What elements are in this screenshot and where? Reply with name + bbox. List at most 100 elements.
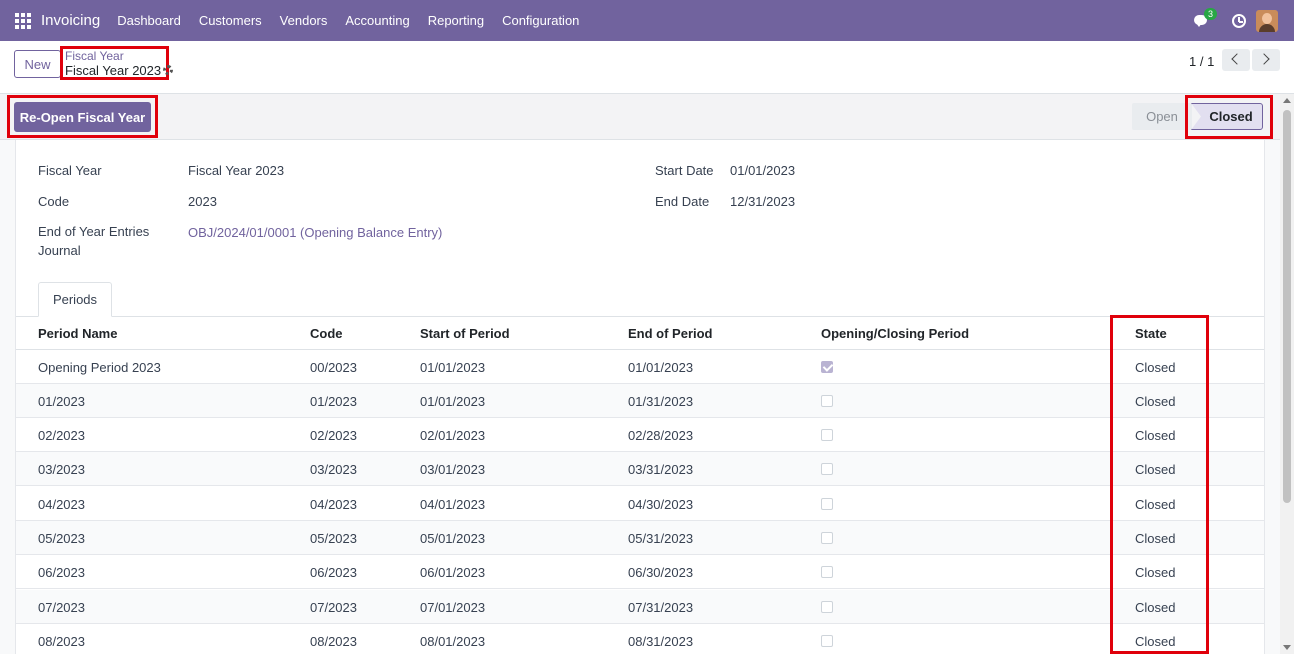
period-end-cell: 02/28/2023 xyxy=(628,428,694,443)
opening-closing-checkbox xyxy=(821,566,833,578)
period-start-cell: 06/01/2023 xyxy=(420,565,486,580)
opening-closing-checkbox xyxy=(821,429,833,441)
state-column-highlight xyxy=(1110,315,1209,654)
period-start-cell: 03/01/2023 xyxy=(420,462,486,477)
period-end-cell: 05/31/2023 xyxy=(628,531,694,546)
period-end-cell: 08/31/2023 xyxy=(628,634,694,649)
end-entries-label-line1: End of Year Entries xyxy=(38,224,150,239)
table-row[interactable]: 02/2023 02/2023 02/01/2023 02/28/2023 Closed xyxy=(16,418,1264,452)
period-name-cell: 05/2023 xyxy=(38,531,85,546)
table-row[interactable]: 03/2023 03/2023 03/01/2023 03/31/2023 Closed xyxy=(16,452,1264,486)
period-code-cell: 04/2023 xyxy=(310,497,357,512)
menu-configuration[interactable]: Configuration xyxy=(493,13,588,28)
scrollbar-thumb[interactable] xyxy=(1283,110,1291,503)
period-end-cell: 07/31/2023 xyxy=(628,600,694,615)
period-code-cell: 08/2023 xyxy=(310,634,357,649)
top-navbar: Invoicing Dashboard Customers Vendors Ac… xyxy=(0,0,1294,41)
period-name-cell: 03/2023 xyxy=(38,462,85,477)
period-name-cell: 02/2023 xyxy=(38,428,85,443)
col-code[interactable]: Code xyxy=(310,326,343,341)
form-sheet: Fiscal Year Fiscal Year 2023 Code 2023 E… xyxy=(15,140,1265,654)
period-end-cell: 03/31/2023 xyxy=(628,462,694,477)
end-date-label: End Date xyxy=(655,194,710,209)
table-row[interactable]: 04/2023 04/2023 04/01/2023 04/30/2023 Closed xyxy=(16,487,1264,521)
pager-value[interactable]: 1 / 1 xyxy=(1189,54,1214,69)
period-start-cell: 08/01/2023 xyxy=(420,634,486,649)
breadcrumb-parent[interactable]: Fiscal Year xyxy=(65,49,124,63)
period-end-cell: 06/30/2023 xyxy=(628,565,694,580)
table-row[interactable]: Opening Period 2023 00/2023 01/01/2023 01/0… xyxy=(16,350,1264,384)
period-code-cell: 01/2023 xyxy=(310,394,357,409)
period-code-cell: 03/2023 xyxy=(310,462,357,477)
table-row[interactable]: 01/2023 01/2023 01/01/2023 01/31/2023 Closed xyxy=(16,384,1264,418)
table-row[interactable]: 06/2023 06/2023 06/01/2023 06/30/2023 Closed xyxy=(16,555,1264,589)
period-end-cell: 04/30/2023 xyxy=(628,497,694,512)
start-date-label: Start Date xyxy=(655,163,714,178)
code-label: Code xyxy=(38,194,70,209)
chat-count-badge: 3 xyxy=(1204,7,1218,20)
period-start-cell: 04/01/2023 xyxy=(420,497,486,512)
scroll-down-icon[interactable] xyxy=(1283,645,1291,650)
opening-closing-checkbox xyxy=(821,635,833,647)
col-end-of-period[interactable]: End of Period xyxy=(628,326,713,341)
table-row[interactable]: 07/2023 07/2023 07/01/2023 07/31/2023 Closed xyxy=(16,590,1264,624)
gear-icon[interactable] xyxy=(163,65,173,75)
form-statusbar: Re-Open Fiscal Year Open Closed xyxy=(0,94,1280,140)
code-field[interactable]: 2023 xyxy=(188,194,217,209)
stage-closed-highlight xyxy=(1185,95,1273,139)
period-code-cell: 07/2023 xyxy=(310,600,357,615)
end-entries-label-line2: Journal xyxy=(38,243,81,258)
period-name-cell: 06/2023 xyxy=(38,565,85,580)
period-name-cell: 07/2023 xyxy=(38,600,85,615)
stage-open[interactable]: Open xyxy=(1132,103,1192,130)
menu-accounting[interactable]: Accounting xyxy=(336,13,418,28)
periods-table-header: Period Name Code Start of Period End of … xyxy=(16,317,1264,350)
table-row[interactable]: 08/2023 08/2023 08/01/2023 08/31/2023 Closed xyxy=(16,624,1264,654)
apps-menu-icon[interactable] xyxy=(15,12,31,29)
period-name-cell: 01/2023 xyxy=(38,394,85,409)
chat-icon[interactable]: 3 xyxy=(1194,7,1218,28)
fiscal-year-field[interactable]: Fiscal Year 2023 xyxy=(188,163,284,178)
end-date-field[interactable]: 12/31/2023 xyxy=(730,194,795,209)
control-panel: New Fiscal Year Fiscal Year 2023 1 / 1 xyxy=(0,41,1294,94)
menu-vendors[interactable]: Vendors xyxy=(271,13,337,28)
opening-closing-checkbox xyxy=(821,463,833,475)
reopen-fiscal-year-button[interactable]: Re-Open Fiscal Year xyxy=(14,102,151,132)
period-end-cell: 01/31/2023 xyxy=(628,394,694,409)
chevron-left-icon xyxy=(1231,53,1243,65)
period-code-cell: 05/2023 xyxy=(310,531,357,546)
menu-dashboard[interactable]: Dashboard xyxy=(108,13,190,28)
tab-periods[interactable]: Periods xyxy=(38,282,112,317)
col-period-name[interactable]: Period Name xyxy=(38,326,117,341)
table-row[interactable]: 05/2023 05/2023 05/01/2023 05/31/2023 Closed xyxy=(16,521,1264,555)
opening-closing-checkbox xyxy=(821,361,833,373)
period-code-cell: 02/2023 xyxy=(310,428,357,443)
opening-closing-checkbox xyxy=(821,498,833,510)
opening-closing-checkbox xyxy=(821,395,833,407)
menu-reporting[interactable]: Reporting xyxy=(419,13,493,28)
chevron-right-icon xyxy=(1258,53,1270,65)
new-button[interactable]: New xyxy=(14,50,61,78)
systray: 3 xyxy=(1194,0,1294,41)
activity-clock-icon[interactable] xyxy=(1232,13,1246,28)
period-start-cell: 01/01/2023 xyxy=(420,394,486,409)
menu-customers[interactable]: Customers xyxy=(190,13,271,28)
breadcrumb-current: Fiscal Year 2023 xyxy=(65,63,162,78)
user-avatar[interactable] xyxy=(1256,9,1278,32)
pager-next-button[interactable] xyxy=(1252,49,1280,71)
scroll-up-icon[interactable] xyxy=(1283,98,1291,103)
opening-closing-checkbox xyxy=(821,532,833,544)
fiscal-year-label: Fiscal Year xyxy=(38,163,102,178)
period-name-cell: Opening Period 2023 xyxy=(38,360,161,375)
start-date-field[interactable]: 01/01/2023 xyxy=(730,163,795,178)
period-code-cell: 00/2023 xyxy=(310,360,357,375)
col-start-of-period[interactable]: Start of Period xyxy=(420,326,510,341)
pager-prev-button[interactable] xyxy=(1222,49,1250,71)
period-start-cell: 02/01/2023 xyxy=(420,428,486,443)
period-code-cell: 06/2023 xyxy=(310,565,357,580)
col-opening-closing[interactable]: Opening/Closing Period xyxy=(821,326,969,341)
end-entries-journal-link[interactable]: OBJ/2024/01/0001 (Opening Balance Entry) xyxy=(188,225,442,240)
period-name-cell: 04/2023 xyxy=(38,497,85,512)
app-name[interactable]: Invoicing xyxy=(41,12,100,29)
period-name-cell: 08/2023 xyxy=(38,634,85,649)
